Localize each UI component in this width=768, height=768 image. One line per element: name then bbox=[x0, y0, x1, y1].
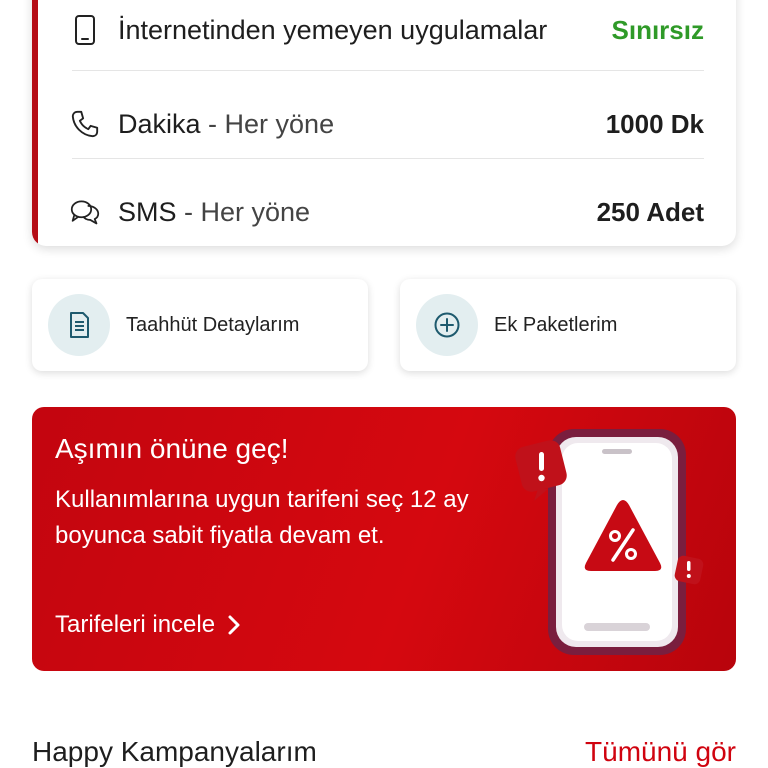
usage-row-value: Sınırsız bbox=[611, 14, 704, 45]
campaigns-section-title: Happy Kampanyalarım bbox=[32, 736, 317, 767]
usage-row-value: 1000 Dk bbox=[605, 108, 704, 139]
usage-row-value: 250 Adet bbox=[596, 196, 704, 227]
usage-row-label: SMS - Her yöne bbox=[118, 196, 311, 227]
usage-card-accent bbox=[32, 0, 38, 246]
usage-row-apps: İnternetinden yemeyen uygulamalar Sınırs… bbox=[70, 0, 704, 74]
chevron-right-icon bbox=[227, 614, 241, 636]
extra-packages-label: Ek Paketlerim bbox=[494, 313, 618, 336]
phone-discount-illustration bbox=[515, 429, 704, 655]
plus-circle-icon bbox=[416, 294, 478, 356]
commitment-details-label: Taahhüt Detaylarım bbox=[126, 313, 300, 336]
usage-row-label: Dakika - Her yöne bbox=[118, 108, 335, 139]
see-all-link[interactable]: Tümünü gör bbox=[585, 736, 736, 768]
promo-banner[interactable]: Aşımın önüne geç! Kullanımlarına uygun t… bbox=[32, 407, 736, 671]
divider bbox=[72, 70, 704, 71]
usage-row-sms: SMS - Her yöne 250 Adet bbox=[70, 168, 704, 246]
chat-bubbles-icon bbox=[70, 197, 100, 227]
divider bbox=[72, 158, 704, 159]
phone-device-icon bbox=[70, 15, 100, 45]
usage-row-label: İnternetinden yemeyen uygulamalar bbox=[118, 14, 548, 45]
commitment-details-button[interactable]: Taahhüt Detaylarım bbox=[32, 279, 368, 371]
promo-title: Aşımın önüne geç! bbox=[55, 433, 289, 464]
phone-call-icon bbox=[70, 109, 100, 139]
extra-packages-button[interactable]: Ek Paketlerim bbox=[400, 279, 736, 371]
usage-card: İnternetinden yemeyen uygulamalar Sınırs… bbox=[32, 0, 736, 246]
promo-description: Kullanımlarına uygun tarifeni seç 12 ay … bbox=[55, 486, 469, 549]
view-tariffs-label: Tarifeleri incele bbox=[55, 611, 216, 638]
document-icon bbox=[48, 294, 110, 356]
usage-row-minutes: Dakika - Her yöne 1000 Dk bbox=[70, 80, 704, 168]
view-tariffs-link[interactable]: Tarifeleri incele bbox=[55, 611, 241, 639]
